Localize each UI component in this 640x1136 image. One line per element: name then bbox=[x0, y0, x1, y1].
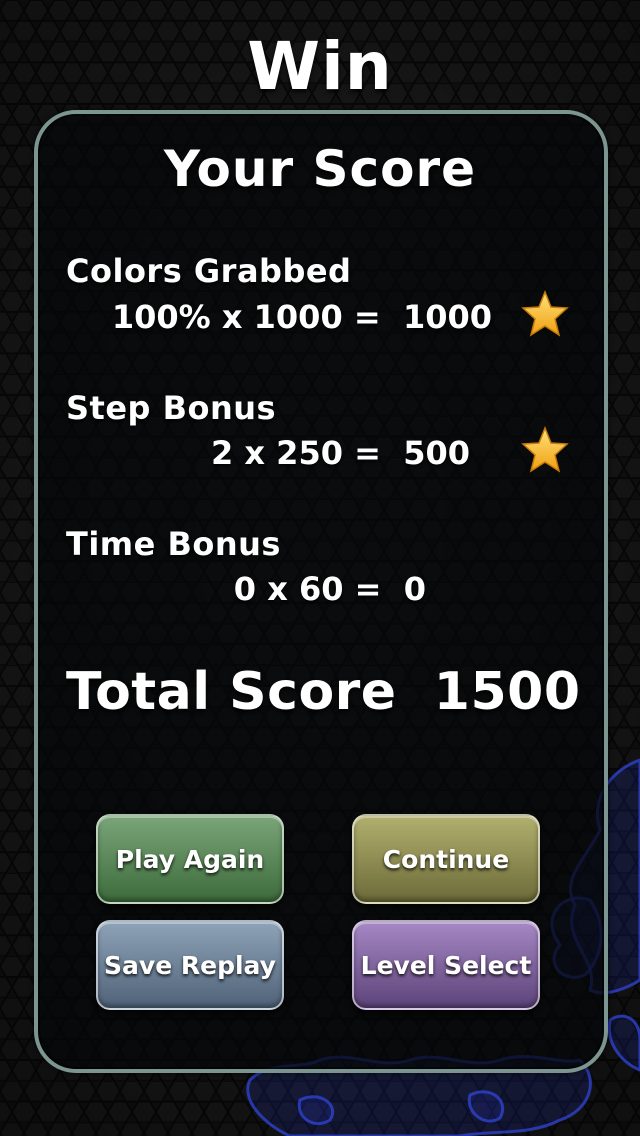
level-select-button[interactable]: Level Select bbox=[352, 920, 540, 1010]
step-bonus-label: Step Bonus bbox=[66, 389, 277, 427]
win-title: Win bbox=[247, 28, 393, 105]
continue-button[interactable]: Continue bbox=[352, 814, 540, 904]
time-bonus-label: Time Bonus bbox=[66, 525, 281, 563]
total-score: Total Score 1500 bbox=[66, 662, 581, 722]
score-heading: Your Score bbox=[163, 140, 477, 198]
star-icon bbox=[521, 426, 569, 473]
play-again-button[interactable]: Play Again bbox=[96, 814, 284, 904]
time-bonus-calc: 0 x 60 = 0 bbox=[233, 570, 426, 608]
star-icon bbox=[521, 290, 569, 337]
colors-grabbed-label: Colors Grabbed bbox=[66, 252, 352, 290]
win-screen: Win Your Score Colors Grabbed 100% x 100… bbox=[0, 0, 640, 1136]
step-bonus-calc: 2 x 250 = 500 bbox=[210, 434, 470, 472]
save-replay-button[interactable]: Save Replay bbox=[96, 920, 284, 1010]
colors-grabbed-calc: 100% x 1000 = 1000 bbox=[111, 298, 492, 336]
